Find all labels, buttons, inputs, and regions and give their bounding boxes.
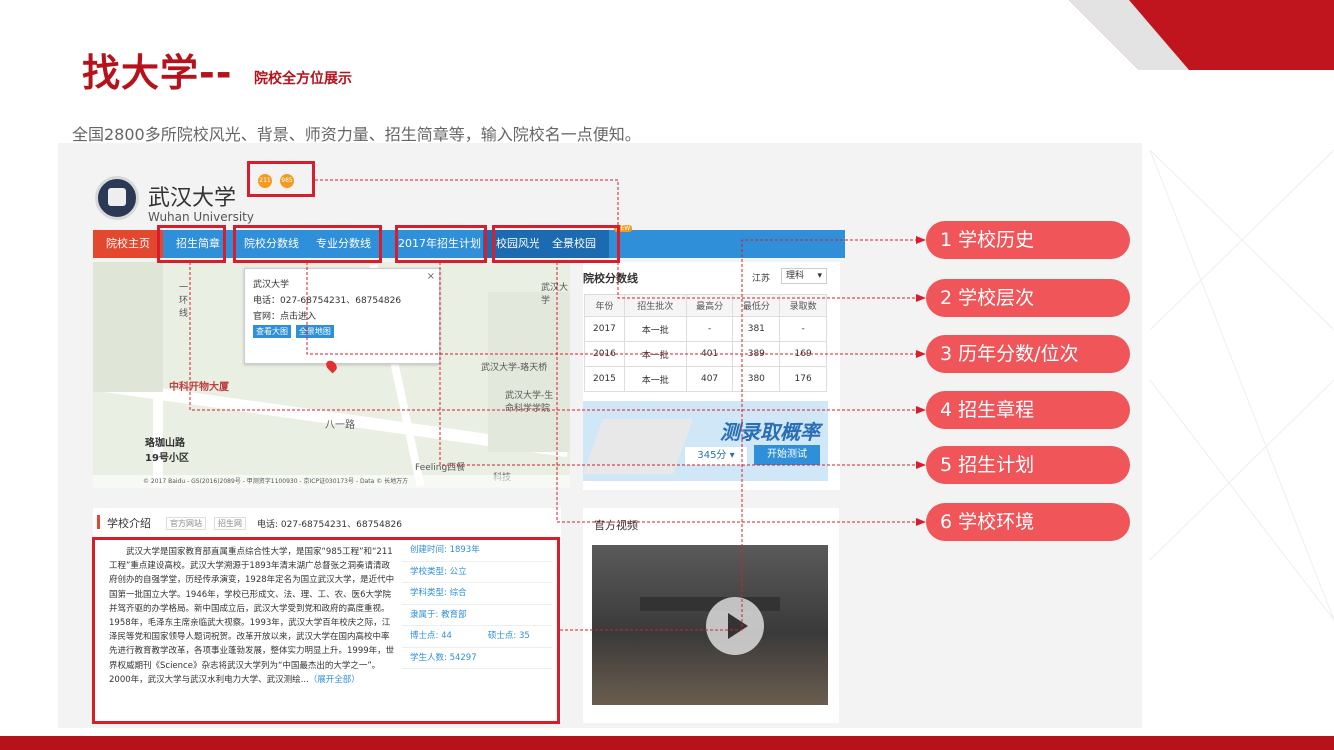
col-header: 年份 [584, 294, 625, 317]
cell: 169 [779, 341, 827, 367]
play-icon[interactable] [706, 597, 764, 655]
bottom-bar [0, 736, 1334, 750]
cell: 2015 [584, 366, 625, 392]
table-row: 2017 本一批 - 381 - [584, 316, 827, 342]
callout-rules: 4 招生章程 [926, 391, 1130, 429]
table-row: 2016 本一批 401 389 169 [584, 341, 827, 367]
map-label: 一环线 [179, 283, 189, 319]
cell: 389 [732, 341, 781, 367]
nav-home[interactable]: 院校主页 [93, 230, 163, 258]
map-label: Feeling西餐 [415, 463, 466, 473]
table-row: 2015 本一批 407 380 176 [584, 366, 827, 392]
highlight-plan [395, 225, 487, 263]
cell: 2017 [584, 316, 625, 342]
score-select[interactable]: 345分 ▾ [685, 447, 747, 465]
intro-accent-bar [97, 515, 100, 529]
col-header: 招生批次 [623, 294, 687, 317]
highlight-admission-guide [157, 225, 226, 263]
col-header: 录取数 [779, 294, 827, 317]
map-label: 中科开物大厦 [169, 382, 229, 393]
callout-history: 1 学校历史 [926, 221, 1130, 259]
score-panel-title: 院校分数线 [583, 272, 638, 285]
cell: 401 [685, 341, 734, 367]
col-header: 最低分 [732, 294, 781, 317]
slide-description: 全国2800多所院校风光、背景、师资力量、招生简章等，输入院校名一点便知。 [72, 125, 641, 144]
callout-environment: 6 学校环境 [926, 503, 1130, 541]
cell: - [779, 316, 827, 342]
intro-title: 学校介绍 [107, 517, 151, 530]
close-icon[interactable]: × [427, 271, 435, 282]
map-label: 珞珈山路19号小区 [145, 438, 189, 464]
province-select[interactable]: 江苏 [752, 271, 770, 284]
cell: 407 [685, 366, 734, 392]
map-popup: 武汉大学 电话：027-68754231、68754826 官网：点击进入 查看… [244, 268, 440, 364]
chevron-down-icon: ▾ [817, 271, 822, 281]
cell: 本一批 [623, 316, 687, 342]
callout-plan: 5 招生计划 [926, 446, 1130, 484]
highlight-intro [92, 537, 560, 724]
map-block [93, 262, 163, 392]
col-header: 最高分 [685, 294, 734, 317]
intro-phone: 电话: 027-68754231、68754826 [257, 520, 402, 530]
map-label: 武汉大学-珞天桥 [481, 363, 548, 373]
popup-site[interactable]: 官网：点击进入 [253, 309, 431, 322]
official-site-link[interactable]: 官方网站 [166, 517, 206, 530]
callout-scores: 3 历年分数/位次 [926, 335, 1130, 373]
popup-phone: 电话：027-68754231、68754826 [253, 296, 402, 306]
subject-value: 理科 [786, 271, 805, 281]
slide-title: 找大学-- [82, 51, 233, 95]
ad-title: 测录取概率 [720, 420, 820, 444]
subject-select[interactable]: 理科 ▾ [781, 268, 827, 284]
start-test-button[interactable]: 开始测试 [754, 445, 820, 465]
keyboard-image [583, 419, 694, 474]
view-large-map-button[interactable]: 查看大图 [253, 325, 291, 338]
admission-site-link[interactable]: 招生网 [214, 517, 246, 530]
callout-level: 2 学校层次 [926, 279, 1130, 317]
cell: 本一批 [623, 341, 687, 367]
university-name-en: Wuhan University [148, 210, 254, 224]
highlight-scores [233, 225, 382, 263]
cell: 380 [732, 366, 781, 392]
university-logo [95, 176, 139, 220]
cell: 176 [779, 366, 827, 392]
cell: 2016 [584, 341, 625, 367]
cell: 381 [732, 316, 781, 342]
cell: - [685, 316, 734, 342]
video-title: 官方视频 [594, 519, 638, 532]
popup-name: 武汉大学 [253, 280, 290, 290]
panorama-map-button[interactable]: 全景地图 [295, 325, 334, 338]
map-label: 八一路 [325, 420, 355, 431]
map-label: 武汉大学 [541, 283, 569, 306]
cell: 本一批 [623, 366, 687, 392]
map-label: 武汉大学-生命科学学院 [505, 391, 554, 414]
score-table: 年份 招生批次 最高分 最低分 录取数 2017 本一批 - 381 - 201… [584, 294, 827, 392]
map-copyright: © 2017 Baidu - GS(2016)2089号 - 甲测资字11009… [93, 475, 570, 488]
corner-decoration [1069, 0, 1334, 70]
university-name: 武汉大学 [148, 186, 237, 211]
slide-subtitle: 院校全方位展示 [254, 71, 352, 87]
highlight-badges [247, 161, 315, 197]
highlight-campus [492, 225, 620, 263]
